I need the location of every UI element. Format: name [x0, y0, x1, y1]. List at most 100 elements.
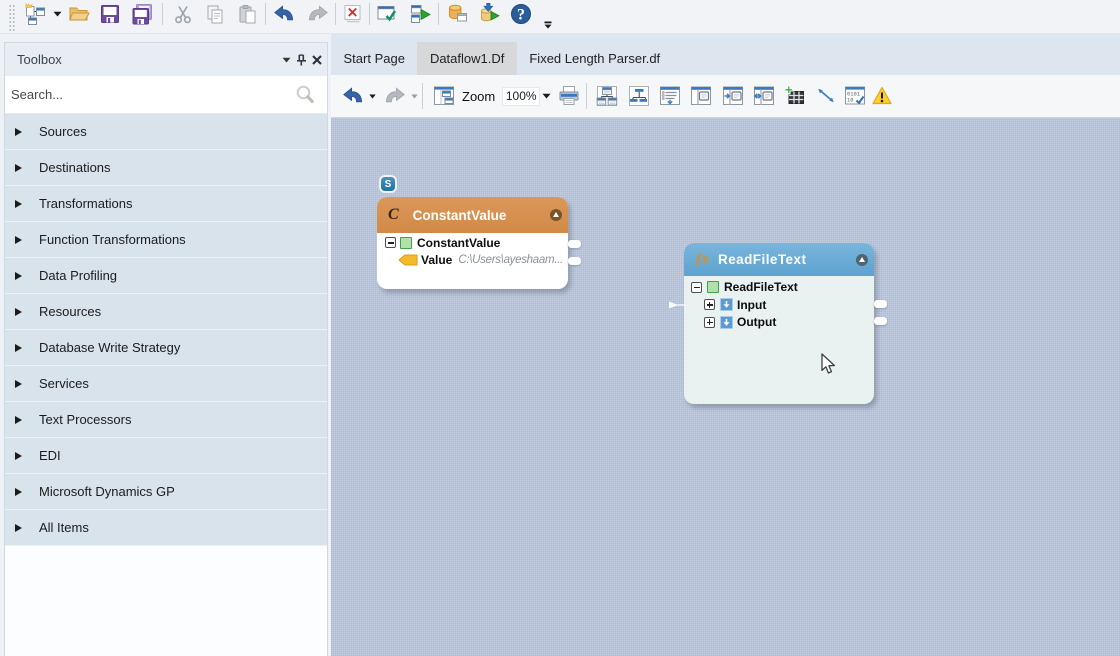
toolbox-item-services[interactable]: Services [5, 366, 327, 402]
zoom-dropdown[interactable] [542, 84, 551, 108]
toolbox-item-label: Function Transformations [39, 232, 186, 247]
toolbox-item-transformations[interactable]: Transformations [5, 186, 327, 222]
link-tool-button[interactable] [814, 84, 838, 108]
toolbox-item-resources[interactable]: Resources [5, 294, 327, 330]
toolbox-item-database-write-strategy[interactable]: Database Write Strategy [5, 330, 327, 366]
copy-button[interactable] [203, 2, 227, 26]
collapse-node-button[interactable] [550, 209, 562, 221]
toolbox-item-sources[interactable]: Sources [5, 114, 327, 150]
toolbar-separator [369, 3, 370, 25]
expand-collapse-button[interactable] [658, 84, 682, 108]
tab-dataflow1-df[interactable]: Dataflow1.Df [417, 42, 516, 75]
toolbox-item-label: Data Profiling [39, 268, 117, 283]
toolbox-item-destinations[interactable]: Destinations [5, 150, 327, 186]
output-port[interactable] [874, 300, 887, 308]
toolbox-item-label: All Items [39, 520, 89, 535]
toolbox-item-label: Text Processors [39, 412, 131, 427]
zoom-value-box[interactable]: 100% [502, 87, 540, 106]
node-readfiletext-header[interactable]: ƒx ReadFileText [684, 243, 874, 276]
redo-button-2[interactable] [383, 84, 407, 108]
run-dataflow-button[interactable] [409, 2, 433, 26]
input-port[interactable] [668, 300, 688, 310]
goto-node-button[interactable] [721, 84, 745, 108]
toolbox-search-input[interactable] [11, 87, 294, 102]
output-port[interactable] [568, 240, 581, 248]
tree-node-label[interactable]: ReadFileText [724, 280, 798, 294]
paste-button[interactable] [235, 2, 259, 26]
mouse-cursor [821, 353, 836, 376]
warnings-button[interactable] [870, 84, 894, 108]
toolbar-overflow-button[interactable] [542, 19, 554, 31]
undo-dropdown[interactable] [368, 84, 378, 108]
toolbox-item-function-transformations[interactable]: Function Transformations [5, 222, 327, 258]
help-button[interactable]: ? [509, 2, 533, 26]
show-window-button[interactable] [689, 84, 713, 108]
undo-button-2[interactable] [341, 84, 365, 108]
queue-job-button[interactable] [477, 2, 501, 26]
toolbox-column: Toolbox SourcesDestinationsTransformatio… [0, 34, 331, 656]
expand-tree-icon[interactable] [704, 317, 715, 328]
collapse-node-button[interactable] [856, 254, 868, 266]
tree-node-label[interactable]: Value [421, 253, 452, 267]
tree-node-label[interactable]: ConstantValue [417, 236, 500, 250]
toolbox-item-label: Database Write Strategy [39, 340, 180, 355]
expand-arrow-icon [15, 308, 22, 316]
function-glyph-icon: ƒx [695, 252, 708, 267]
new-dropdown-button[interactable] [51, 2, 63, 26]
toolbox-item-edi[interactable]: EDI [5, 438, 327, 474]
toolbar-grip[interactable] [8, 3, 15, 31]
expand-arrow-icon [15, 452, 22, 460]
new-dataflow-button[interactable] [23, 2, 47, 26]
canvas-toolbar: Zoom 100% [331, 75, 1120, 118]
collapse-tree-icon[interactable] [385, 237, 396, 248]
node-body: ReadFileText Input Output [684, 276, 874, 331]
toolbar-separator [438, 3, 439, 25]
add-grid-button[interactable] [783, 84, 807, 108]
properties-window-button[interactable] [432, 84, 456, 108]
element-icon [400, 237, 412, 249]
toolbox-close-icon[interactable] [310, 53, 323, 66]
editor-column: Start PageDataflow1.DfFixed Length Parse… [331, 34, 1120, 656]
collapse-tree-icon[interactable] [691, 282, 702, 293]
toolbar-separator [422, 83, 423, 109]
verify-button[interactable] [375, 2, 399, 26]
node-constantvalue[interactable]: C ConstantValue ConstantValue Value [377, 197, 568, 289]
database-job-button[interactable] [446, 2, 470, 26]
toolbox-item-data-profiling[interactable]: Data Profiling [5, 258, 327, 294]
redo-button[interactable] [306, 2, 330, 26]
data-preview-button[interactable]: 0101 10 [843, 84, 867, 108]
toolbox-pin-icon[interactable] [295, 53, 308, 66]
toolbox-item-microsoft-dynamics-gp[interactable]: Microsoft Dynamics GP [5, 474, 327, 510]
toolbox-empty-area [5, 546, 327, 656]
tab-fixed-length-parser-df[interactable]: Fixed Length Parser.df [517, 42, 673, 75]
svg-text:?: ? [517, 7, 525, 24]
undo-button[interactable] [272, 2, 296, 26]
toolbox-menu-icon[interactable] [280, 53, 293, 66]
expand-arrow-icon [15, 416, 22, 424]
toolbox-item-label: EDI [39, 448, 61, 463]
toolbox-header[interactable]: Toolbox [5, 43, 327, 76]
expand-tree-icon[interactable] [704, 299, 715, 310]
cut-button[interactable] [171, 2, 195, 26]
open-button[interactable] [67, 2, 91, 26]
layout-vertical-button[interactable] [627, 84, 651, 108]
node-constantvalue-header[interactable]: C ConstantValue [377, 197, 568, 233]
toolbox-item-text-processors[interactable]: Text Processors [5, 402, 327, 438]
redo-dropdown[interactable] [410, 84, 420, 108]
expand-arrow-icon [15, 488, 22, 496]
output-port[interactable] [874, 317, 887, 325]
tree-node-label[interactable]: Output [737, 315, 776, 329]
tab-start-page[interactable]: Start Page [331, 42, 417, 75]
fit-window-button[interactable] [752, 84, 776, 108]
dataflow-canvas[interactable]: S C ConstantValue ConstantValue [331, 118, 1120, 656]
toolbox-item-all-items[interactable]: All Items [5, 510, 327, 546]
save-button[interactable] [98, 2, 122, 26]
save-all-button[interactable] [131, 2, 155, 26]
print-button[interactable] [557, 84, 581, 108]
tree-node-label[interactable]: Input [737, 298, 766, 312]
layout-horizontal-button[interactable] [595, 84, 619, 108]
constant-glyph-icon: C [388, 207, 399, 223]
delete-button[interactable] [341, 2, 365, 26]
output-port[interactable] [568, 257, 581, 265]
node-readfiletext[interactable]: ƒx ReadFileText ReadFileText [684, 243, 874, 404]
